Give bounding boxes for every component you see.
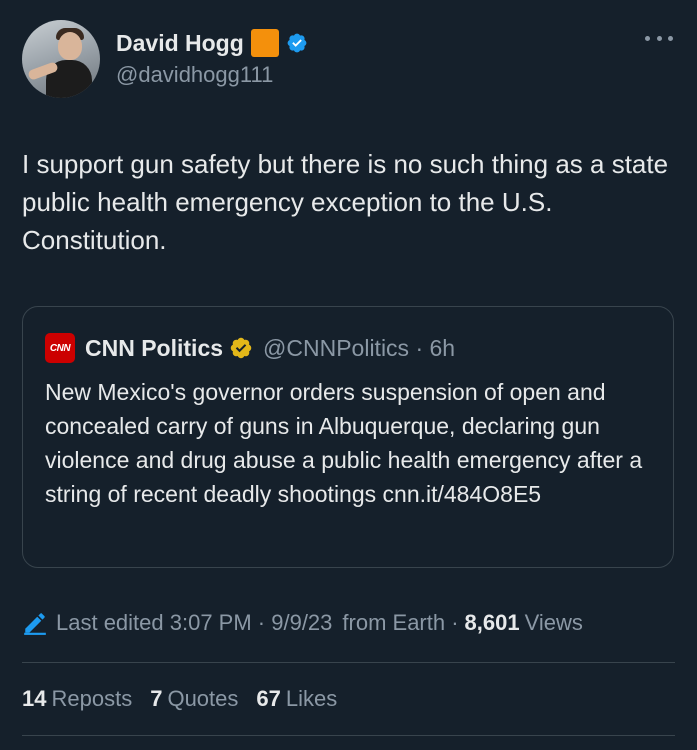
author-display-name[interactable]: David Hogg [116, 30, 244, 57]
views-label: Views [524, 610, 583, 635]
likes-count: 67 [256, 686, 281, 711]
quoted-author-handle-time[interactable]: @CNNPolitics · 6h [263, 335, 455, 362]
more-icon[interactable] [645, 30, 673, 46]
reposts-stat[interactable]: 14 Reposts [22, 686, 132, 712]
tweet-header: David Hogg @davidhogg111 [22, 20, 308, 98]
quoted-tweet-text: New Mexico's governor orders suspension … [45, 379, 643, 507]
quotes-label: Quotes [167, 686, 239, 711]
divider [22, 662, 675, 663]
last-edited-link[interactable]: Last edited 3:07 PM · 9/9/23 [56, 610, 332, 636]
reposts-label: Reposts [51, 686, 133, 711]
views-count: 8,601 [464, 610, 520, 635]
engagement-stats: 14 Reposts 7 Quotes 67 Likes [22, 686, 355, 712]
quoted-author-name[interactable]: CNN Politics [85, 335, 223, 362]
verified-badge-icon [287, 33, 307, 53]
tweet-meta: Last edited 3:07 PM · 9/9/23 from Earth … [22, 610, 583, 636]
tweet-text: I support gun safety but there is no suc… [22, 149, 669, 255]
quoted-tweet-header: CNN CNN Politics @CNNPolitics · 6h [45, 333, 455, 363]
cnn-logo-avatar[interactable]: CNN [45, 333, 75, 363]
pencil-icon[interactable] [22, 610, 48, 636]
quoted-tweet[interactable]: CNN CNN Politics @CNNPolitics · 6h New M… [22, 306, 674, 568]
likes-stat[interactable]: 67 Likes [256, 686, 337, 712]
author-info: David Hogg @davidhogg111 [116, 28, 308, 88]
avatar[interactable] [22, 20, 100, 98]
gold-badge-icon [230, 337, 252, 359]
likes-label: Likes [285, 686, 338, 711]
quotes-count: 7 [150, 686, 163, 711]
divider [22, 735, 675, 736]
author-handle[interactable]: @davidhogg111 [116, 62, 308, 88]
reposts-count: 14 [22, 686, 47, 711]
quotes-stat[interactable]: 7 Quotes [150, 686, 238, 712]
tweet-detail: David Hogg @davidhogg111 I support gun s… [0, 0, 697, 750]
name-row: David Hogg [116, 28, 308, 58]
tweet-source: from Earth · [342, 610, 459, 635]
orange-square-emoji-icon [250, 29, 279, 57]
